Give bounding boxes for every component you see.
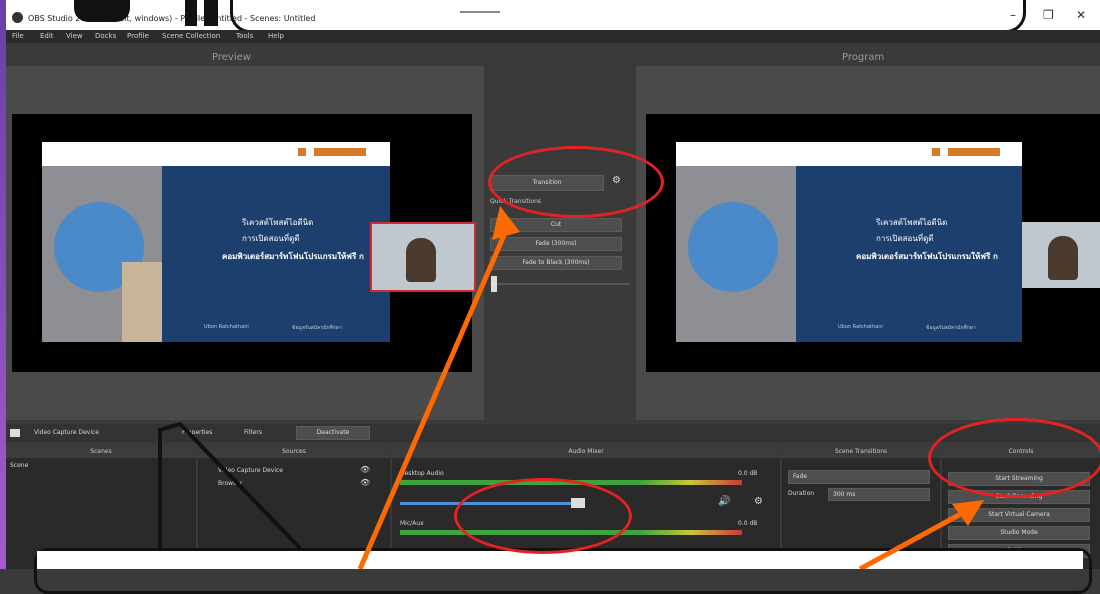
annotation-orange-arrowhead bbox=[492, 206, 520, 240]
annotation-black-line bbox=[158, 421, 302, 550]
annotation-orange-arrow-controls bbox=[858, 507, 970, 569]
annotation-orange-arrowhead bbox=[952, 500, 984, 526]
annotation-orange-arrow-transition bbox=[357, 225, 511, 569]
annotation-arrows bbox=[158, 206, 984, 569]
